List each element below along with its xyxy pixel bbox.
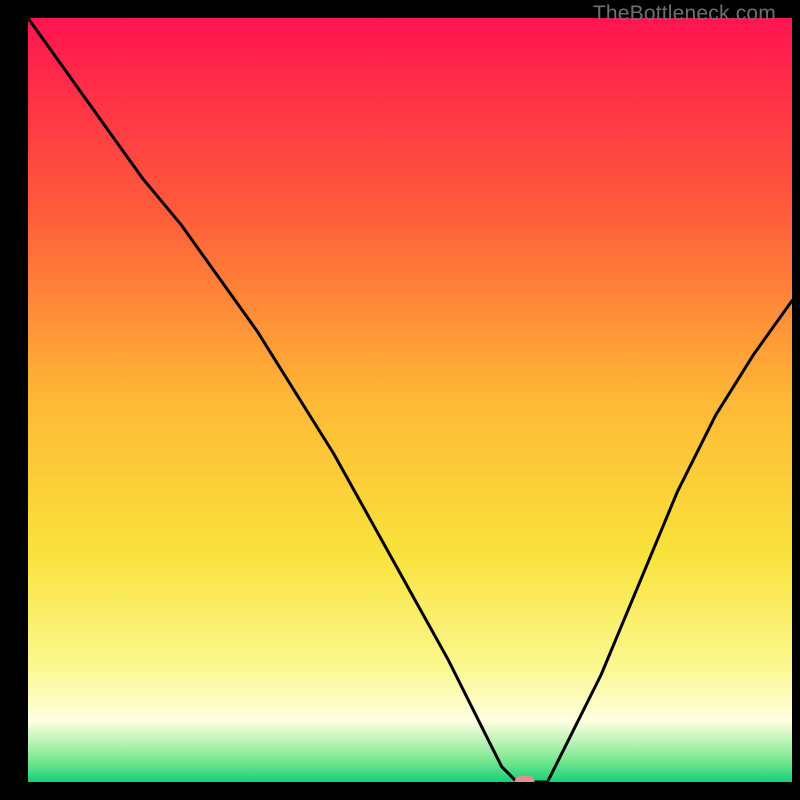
watermark-label: TheBottleneck.com xyxy=(593,2,776,26)
chart-frame: TheBottleneck.com xyxy=(10,0,790,790)
gradient-background xyxy=(28,18,792,782)
optimal-point-marker xyxy=(515,776,535,782)
bottleneck-chart xyxy=(28,18,792,782)
